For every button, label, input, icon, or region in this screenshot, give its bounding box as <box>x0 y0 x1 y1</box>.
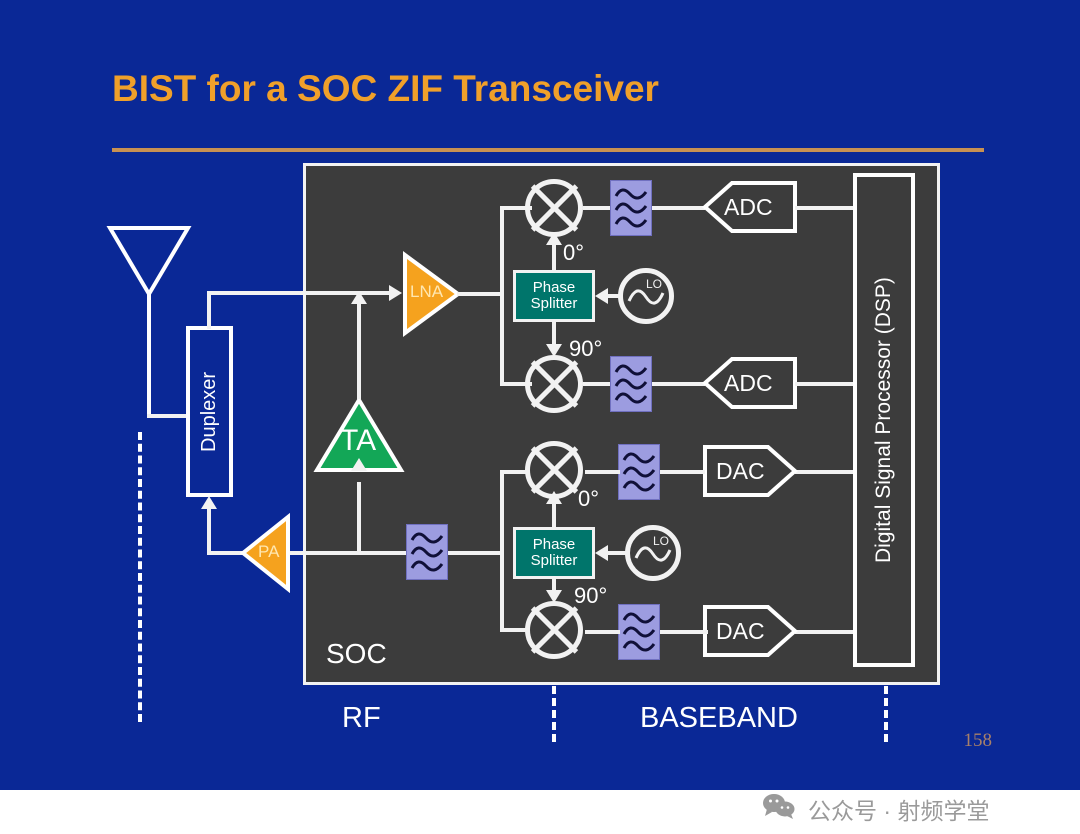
phase-splitter-line2: Splitter <box>530 295 578 312</box>
arrow-lo-rx <box>595 288 608 304</box>
phase-label-90deg-transmit: 90° <box>574 583 608 608</box>
filter-receive-i <box>610 180 652 236</box>
arrow-lo-tx <box>595 545 608 561</box>
phase-splitter-transmit: Phase Splitter <box>513 527 595 579</box>
wire-antenna-to-duplexer <box>147 414 189 418</box>
pa-label: PA <box>258 542 280 561</box>
wechat-icon <box>762 792 796 826</box>
arrow-ps-tx-i <box>546 491 562 504</box>
phase-splitter-receive: Phase Splitter <box>513 270 595 322</box>
wire-ta-output <box>357 303 361 399</box>
phase-label-90deg-receive: 90° <box>569 336 603 361</box>
wire-filter-i-to-adc <box>652 206 705 210</box>
duplexer-label: Duplexer <box>198 371 220 452</box>
wire-tx-mixer-i-node <box>500 470 530 474</box>
watermark-text: 公众号 · 射频学堂 <box>808 798 990 824</box>
wire-ps-tx-to-mixer-i <box>552 502 556 528</box>
mixer-transmit-q <box>525 601 583 659</box>
lo-label-transmit: LO <box>653 534 670 548</box>
arrow-ps-tx-q <box>546 590 562 603</box>
dashed-divider-antenna <box>138 432 142 722</box>
wire-adc-i-to-dsp <box>795 206 855 210</box>
slide-canvas: BIST for a SOC ZIF Transceiver SOC Duple… <box>0 0 1080 834</box>
ta-label: TA <box>340 424 377 457</box>
wire-filter-q-to-adc <box>652 382 705 386</box>
page-number: 158 <box>963 730 993 751</box>
dsp-label: Digital Signal Processor (DSP) <box>872 277 895 563</box>
lna-label: LNA <box>410 282 444 301</box>
arrow-ps-rx-q <box>546 344 562 357</box>
phase-splitter-line2: Splitter <box>530 552 578 569</box>
page-title: BIST for a SOC ZIF Transceiver <box>112 68 659 109</box>
arrow-ta-output <box>351 291 367 304</box>
dashed-divider-baseband-dsp <box>884 686 888 742</box>
wire-mixer-i-to-filter <box>583 206 611 210</box>
wire-pa-to-duplexer <box>207 508 211 554</box>
phase-splitter-line1: Phase <box>532 536 576 554</box>
filter-receive-q <box>610 356 652 412</box>
filter-transmit-input <box>406 524 448 580</box>
phase-splitter-line1: Phase <box>532 279 576 297</box>
wire-duplexer-top-riser <box>207 291 211 329</box>
wire-dac-q-to-filter <box>660 630 708 634</box>
wire-rx-split-vertical <box>500 206 504 386</box>
filter-transmit-q <box>618 604 660 660</box>
antenna-icon <box>104 222 194 427</box>
adc-label-i: ADC <box>724 194 773 220</box>
dac-label-i: DAC <box>716 458 765 484</box>
wire-ps-rx-to-mixer-i <box>552 244 556 272</box>
section-label-baseband: BASEBAND <box>640 702 798 734</box>
adc-label-q: ADC <box>724 370 773 396</box>
phase-label-0deg-transmit: 0° <box>578 486 600 511</box>
arrow-into-duplexer <box>201 496 217 509</box>
soc-label: SOC <box>326 638 387 669</box>
arrow-ta-input <box>351 458 367 471</box>
wire-mixer-q-to-filter <box>583 382 611 386</box>
wire-ta-input <box>357 482 361 552</box>
wire-into-pa <box>290 551 415 555</box>
dac-label-q: DAC <box>716 618 765 644</box>
lo-label-receive: LO <box>646 277 663 291</box>
wire-filter-tx-q-to-mixer <box>585 630 620 634</box>
phase-label-0deg-receive: 0° <box>563 240 585 265</box>
wire-lna-output <box>457 292 502 296</box>
wire-filter-tx-i-to-mixer <box>585 470 620 474</box>
arrow-ps-rx-i <box>546 232 562 245</box>
mixer-receive-i <box>525 179 583 237</box>
wire-adc-q-to-dsp <box>795 382 855 386</box>
filter-transmit-i <box>618 444 660 500</box>
wire-dsp-to-dac-q <box>795 630 855 634</box>
wire-tx-mixer-q-node <box>500 628 530 632</box>
title-divider <box>112 148 984 152</box>
wire-dsp-to-dac-i <box>795 470 855 474</box>
section-label-rf: RF <box>342 702 381 734</box>
mixer-receive-q <box>525 355 583 413</box>
watermark: 公众号 · 射频学堂 <box>762 792 989 826</box>
dashed-divider-rf-baseband <box>552 686 556 742</box>
